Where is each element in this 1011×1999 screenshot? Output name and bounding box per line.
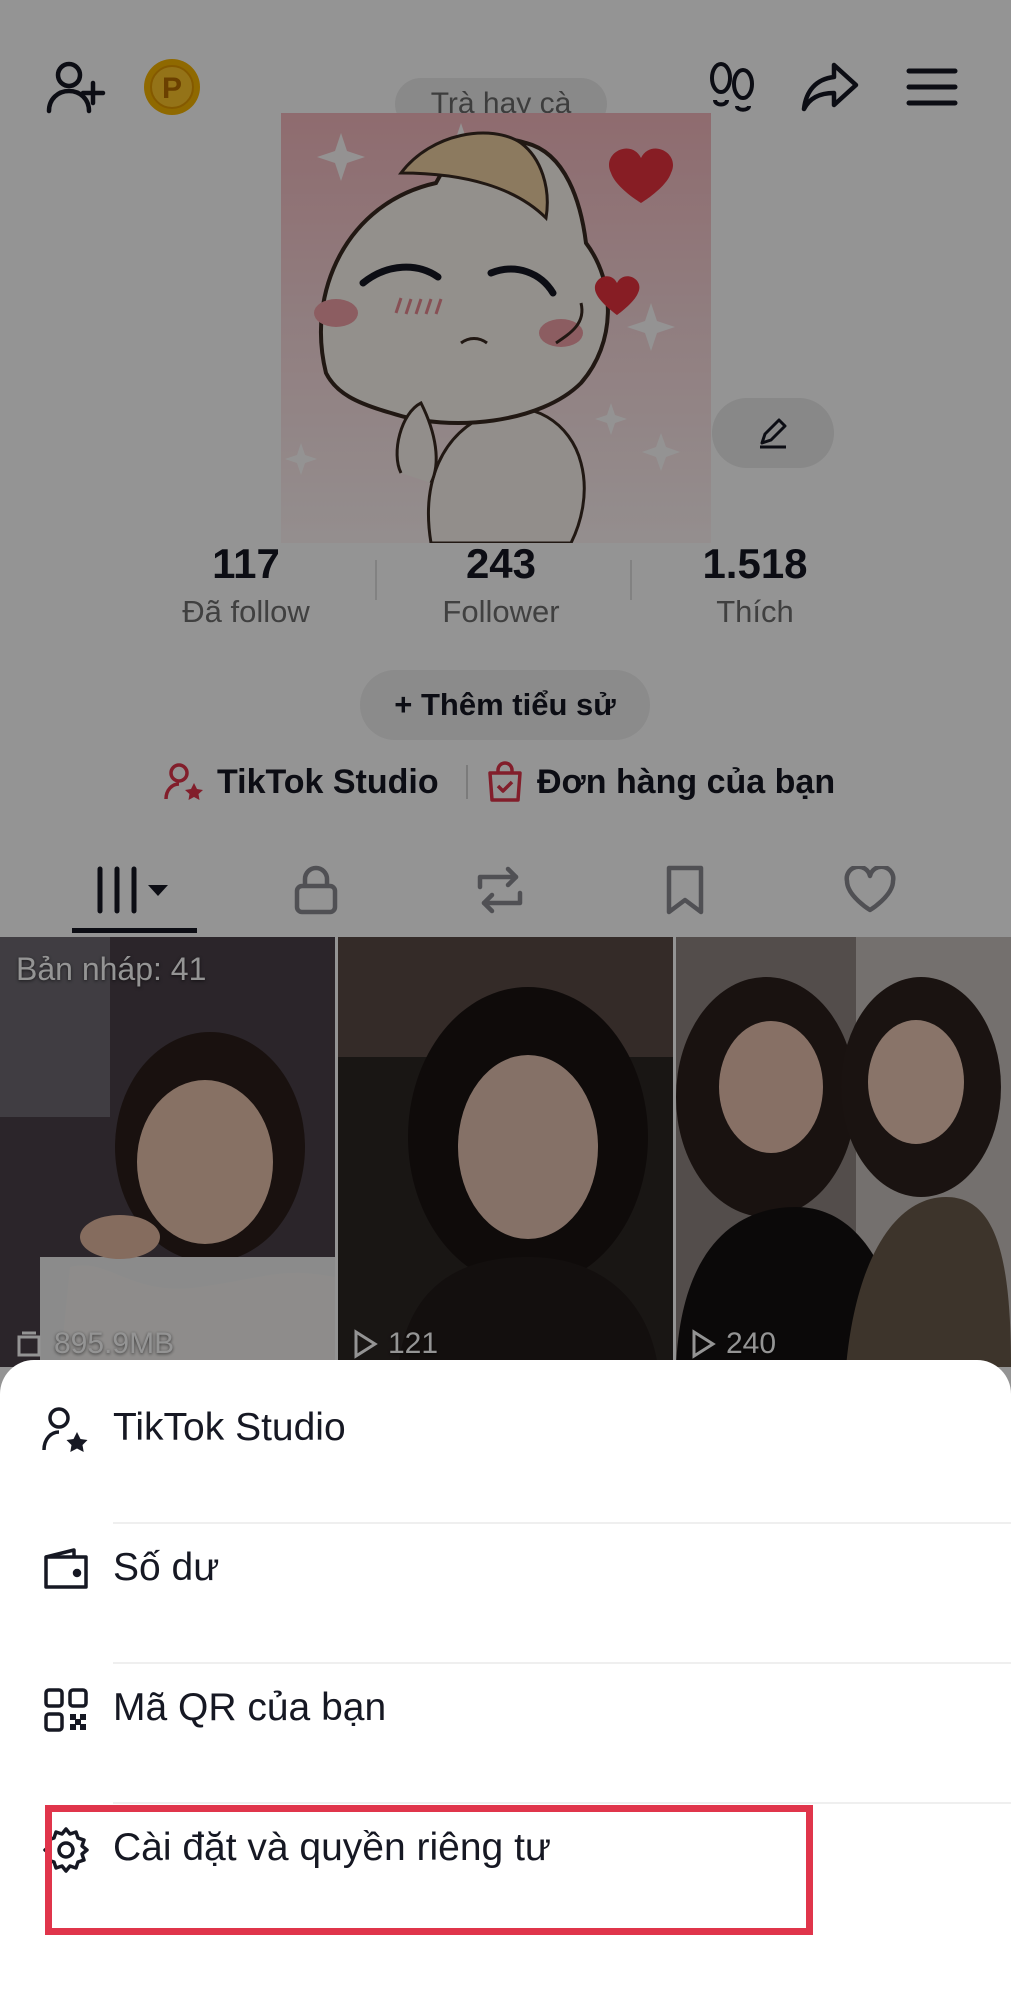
highlight-box [45,1805,813,1935]
menu-item-balance[interactable]: Số dư [0,1500,1011,1639]
menu-item-qr-code[interactable]: Mã QR của bạn [0,1640,1011,1779]
menu-item-label: TikTok Studio [113,1406,346,1449]
profile-page: P Trà hay cà 117 Đã follow 243 Follower … [0,0,1011,1999]
menu-item-tiktok-studio[interactable]: TikTok Studio [0,1360,1011,1499]
qr-code-icon [40,1684,92,1736]
person-star-icon [40,1404,92,1456]
wallet-icon [40,1544,92,1596]
menu-item-label: Mã QR của bạn [113,1686,387,1729]
menu-item-label: Số dư [113,1546,220,1589]
